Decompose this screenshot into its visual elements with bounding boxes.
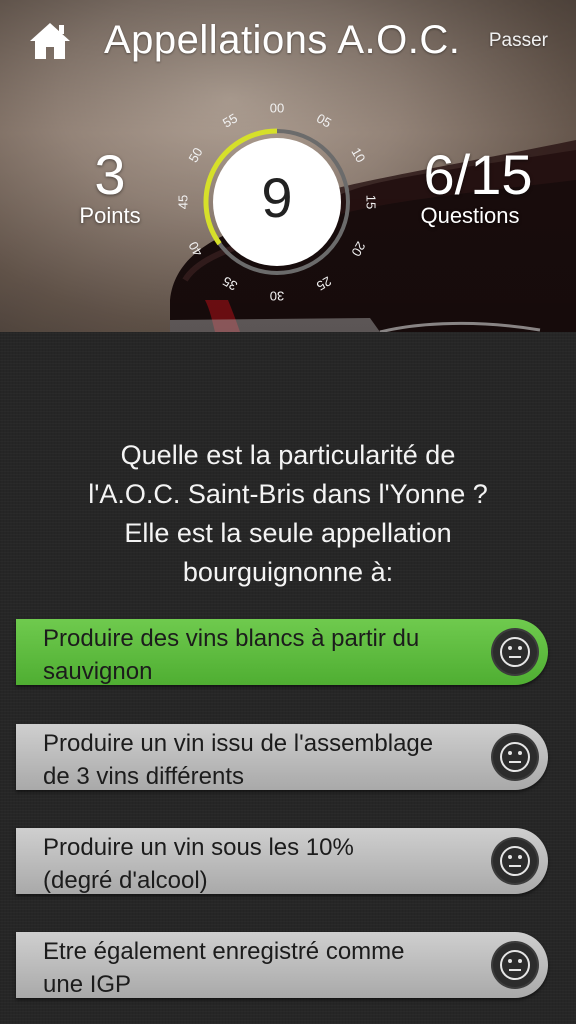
timer-tick-label: 10 xyxy=(348,145,368,165)
timer-tick-label: 20 xyxy=(348,239,368,259)
home-button[interactable] xyxy=(28,20,72,62)
timer-tick-label: 40 xyxy=(185,239,205,259)
answer-option-1[interactable]: Produire des vins blancs à partir du sauv… xyxy=(16,619,548,685)
timer-tick-label: 45 xyxy=(175,195,190,209)
question-text: Quelle est la particularité de l'A.O.C. … xyxy=(28,436,548,592)
timer-tick-label: 30 xyxy=(270,289,284,304)
answer-label: Produire un vin issu de l'assemblage de 3… xyxy=(43,730,434,790)
points-value: 3 xyxy=(94,143,126,206)
question-line: Elle est la seule appellation xyxy=(124,518,452,548)
points-label: Points xyxy=(79,203,141,228)
question-line: bourguignonne à: xyxy=(182,557,394,587)
answer-label: Produire un vin sous les 10% (degré d'alc… xyxy=(43,834,354,894)
question-line: l'A.O.C. Saint-Bris dans l'Yonne ? xyxy=(88,479,488,509)
timer-tick-label: 15 xyxy=(364,195,379,209)
neutral-face-icon xyxy=(491,941,539,989)
answer-label: Produire des vins blancs à partir du sauv… xyxy=(43,625,420,685)
timer-tick-label: 25 xyxy=(314,273,334,293)
question-line: Quelle est la particularité de xyxy=(120,440,456,470)
skip-button[interactable]: Passer xyxy=(489,30,548,52)
neutral-face-icon xyxy=(491,837,539,885)
answer-option-3[interactable]: Produire un vin sous les 10% (degré d'alc… xyxy=(16,828,548,894)
page-title: Appellations A.O.C. xyxy=(104,18,461,62)
answer-option-4[interactable]: Etre également enregistré comme une IGP xyxy=(16,932,548,998)
home-icon xyxy=(30,23,70,59)
answer-option-2[interactable]: Produire un vin issu de l'assemblage de 3… xyxy=(16,724,548,790)
questions-label: Questions xyxy=(420,203,520,228)
timer-tick-label: 00 xyxy=(270,100,284,115)
questions-value: 6/15 xyxy=(423,143,533,206)
timer-value: 9 xyxy=(261,166,293,229)
timer-tick-label: 35 xyxy=(220,273,240,293)
answer-label: Etre également enregistré comme une IGP xyxy=(43,938,405,998)
neutral-face-icon xyxy=(491,628,539,676)
timer-tick-label: 50 xyxy=(185,145,205,165)
neutral-face-icon xyxy=(491,733,539,781)
timer-tick-label: 55 xyxy=(220,110,240,130)
timer-tick-label: 05 xyxy=(314,110,334,130)
